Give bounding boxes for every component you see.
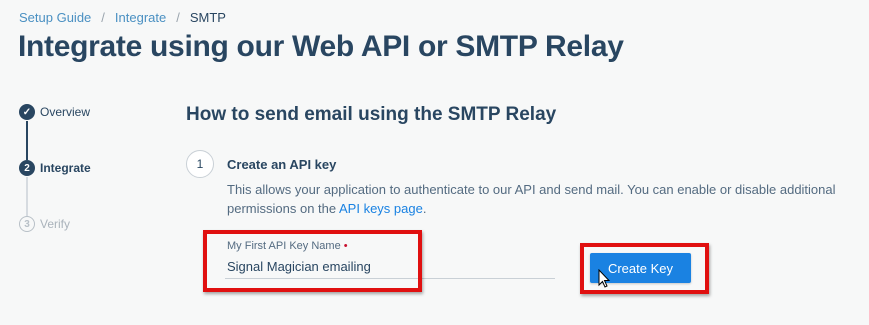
breadcrumb-separator: / [176, 10, 180, 25]
step-connector [26, 121, 28, 160]
mouse-pointer-icon [598, 269, 610, 288]
api-keys-page-link[interactable]: API keys page [339, 201, 423, 216]
step-connector [26, 177, 28, 216]
step-number: 2 [19, 160, 35, 176]
step-integrate[interactable]: 2 Integrate [19, 160, 91, 176]
step-overview[interactable]: ✓ Overview [19, 104, 90, 120]
description-text: . [422, 201, 427, 216]
step-number: 3 [19, 216, 35, 232]
substep-number: 1 [186, 150, 214, 178]
step-label: Overview [40, 105, 91, 119]
section-title: How to send email using the SMTP Relay [186, 104, 557, 125]
step-label: Integrate [40, 161, 91, 175]
breadcrumb: Setup Guide / Integrate / SMTP [19, 10, 226, 25]
breadcrumb-setup-guide-link[interactable]: Setup Guide [19, 10, 91, 25]
description-text: This allows your application to authenti… [227, 182, 836, 216]
substep-description: This allows your application to authenti… [227, 180, 862, 218]
step-label: Verify [40, 217, 71, 231]
substep-title: Create an API key [227, 157, 337, 172]
breadcrumb-current: SMTP [189, 10, 226, 25]
checkmark-icon: ✓ [19, 104, 35, 120]
highlight-annotation [203, 230, 422, 292]
breadcrumb-separator: / [101, 10, 105, 25]
step-verify: 3 Verify [19, 216, 70, 232]
breadcrumb-integrate-link[interactable]: Integrate [115, 10, 166, 25]
page-title: Integrate using our Web API or SMTP Rela… [18, 30, 624, 63]
